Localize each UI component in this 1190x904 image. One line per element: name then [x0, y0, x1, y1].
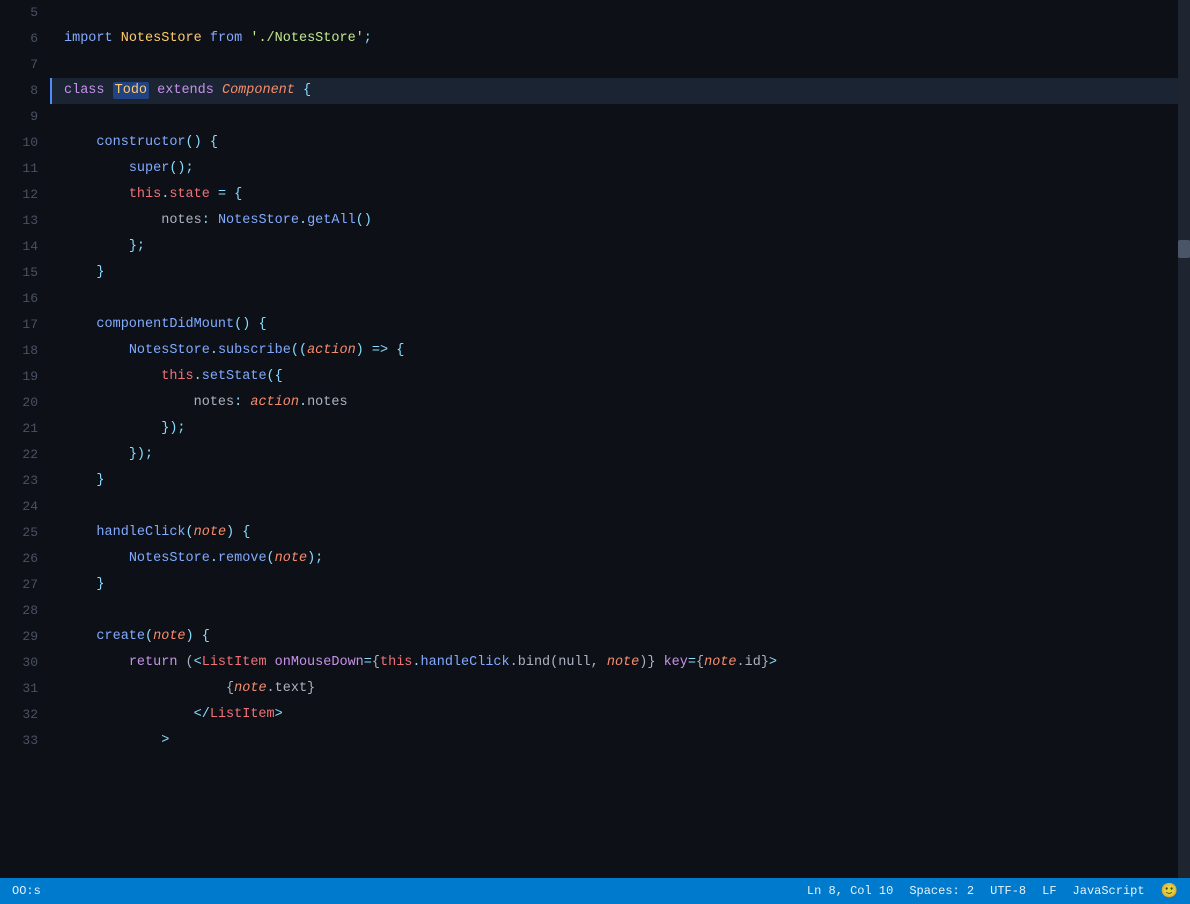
- code-line: [50, 286, 1190, 312]
- line-number: 33: [0, 728, 38, 754]
- line-number: 11: [0, 156, 38, 182]
- line-number: 30: [0, 650, 38, 676]
- line-number: 14: [0, 234, 38, 260]
- code-line: componentDidMount() {: [50, 312, 1190, 338]
- code-line: {note.text}: [50, 676, 1190, 702]
- code-line: }: [50, 260, 1190, 286]
- editor-area: 5678910111213141516171819202122232425262…: [0, 0, 1190, 878]
- line-number: 24: [0, 494, 38, 520]
- line-number: 18: [0, 338, 38, 364]
- emoji-icon[interactable]: 🙂: [1161, 883, 1178, 900]
- code-line: [50, 52, 1190, 78]
- code-line: >: [50, 728, 1190, 754]
- line-number: 28: [0, 598, 38, 624]
- line-number: 15: [0, 260, 38, 286]
- code-line: notes: action.notes: [50, 390, 1190, 416]
- code-line: });: [50, 416, 1190, 442]
- code-line: import NotesStore from './NotesStore';: [50, 26, 1190, 52]
- code-line: notes: NotesStore.getAll(): [50, 208, 1190, 234]
- line-number: 29: [0, 624, 38, 650]
- scrollbar-thumb[interactable]: [1178, 240, 1190, 258]
- code-line: NotesStore.remove(note);: [50, 546, 1190, 572]
- line-number: 19: [0, 364, 38, 390]
- line-number: 8: [0, 78, 38, 104]
- line-number: 9: [0, 104, 38, 130]
- line-number: 25: [0, 520, 38, 546]
- code-line: class Todo extends Component {: [50, 78, 1190, 104]
- line-number: 22: [0, 442, 38, 468]
- code-line: this.state = {: [50, 182, 1190, 208]
- line-number: 32: [0, 702, 38, 728]
- code-line: return (<ListItem onMouseDown={this.hand…: [50, 650, 1190, 676]
- status-left: OO:s: [12, 884, 41, 898]
- line-number: 20: [0, 390, 38, 416]
- code-line: [50, 494, 1190, 520]
- code-content[interactable]: import NotesStore from './NotesStore'; cl…: [50, 0, 1190, 878]
- code-line: this.setState({: [50, 364, 1190, 390]
- status-branch[interactable]: OO:s: [12, 884, 41, 898]
- code-line: </ListItem>: [50, 702, 1190, 728]
- status-right: Ln 8, Col 10 Spaces: 2 UTF-8 LF JavaScri…: [807, 883, 1178, 900]
- code-line: [50, 598, 1190, 624]
- status-bar: OO:s Ln 8, Col 10 Spaces: 2 UTF-8 LF Jav…: [0, 878, 1190, 904]
- code-line: handleClick(note) {: [50, 520, 1190, 546]
- line-number: 13: [0, 208, 38, 234]
- code-line: constructor() {: [50, 130, 1190, 156]
- line-number: 26: [0, 546, 38, 572]
- scrollbar-track[interactable]: [1178, 0, 1190, 878]
- line-number: 21: [0, 416, 38, 442]
- code-line: });: [50, 442, 1190, 468]
- line-number: 10: [0, 130, 38, 156]
- code-line: super();: [50, 156, 1190, 182]
- line-number: 16: [0, 286, 38, 312]
- code-line: }: [50, 572, 1190, 598]
- status-position[interactable]: Ln 8, Col 10: [807, 884, 893, 898]
- status-encoding[interactable]: UTF-8: [990, 884, 1026, 898]
- code-line: };: [50, 234, 1190, 260]
- status-spaces[interactable]: Spaces: 2: [909, 884, 974, 898]
- status-language[interactable]: JavaScript: [1073, 884, 1145, 898]
- code-line: [50, 104, 1190, 130]
- code-line: }: [50, 468, 1190, 494]
- line-number: 12: [0, 182, 38, 208]
- line-number: 7: [0, 52, 38, 78]
- line-number: 5: [0, 0, 38, 26]
- code-line: create(note) {: [50, 624, 1190, 650]
- code-line: NotesStore.subscribe((action) => {: [50, 338, 1190, 364]
- line-number: 23: [0, 468, 38, 494]
- line-number: 27: [0, 572, 38, 598]
- line-number: 6: [0, 26, 38, 52]
- line-number: 17: [0, 312, 38, 338]
- status-line-ending[interactable]: LF: [1042, 884, 1056, 898]
- line-numbers: 5678910111213141516171819202122232425262…: [0, 0, 50, 878]
- line-number: 31: [0, 676, 38, 702]
- code-line: [50, 0, 1190, 26]
